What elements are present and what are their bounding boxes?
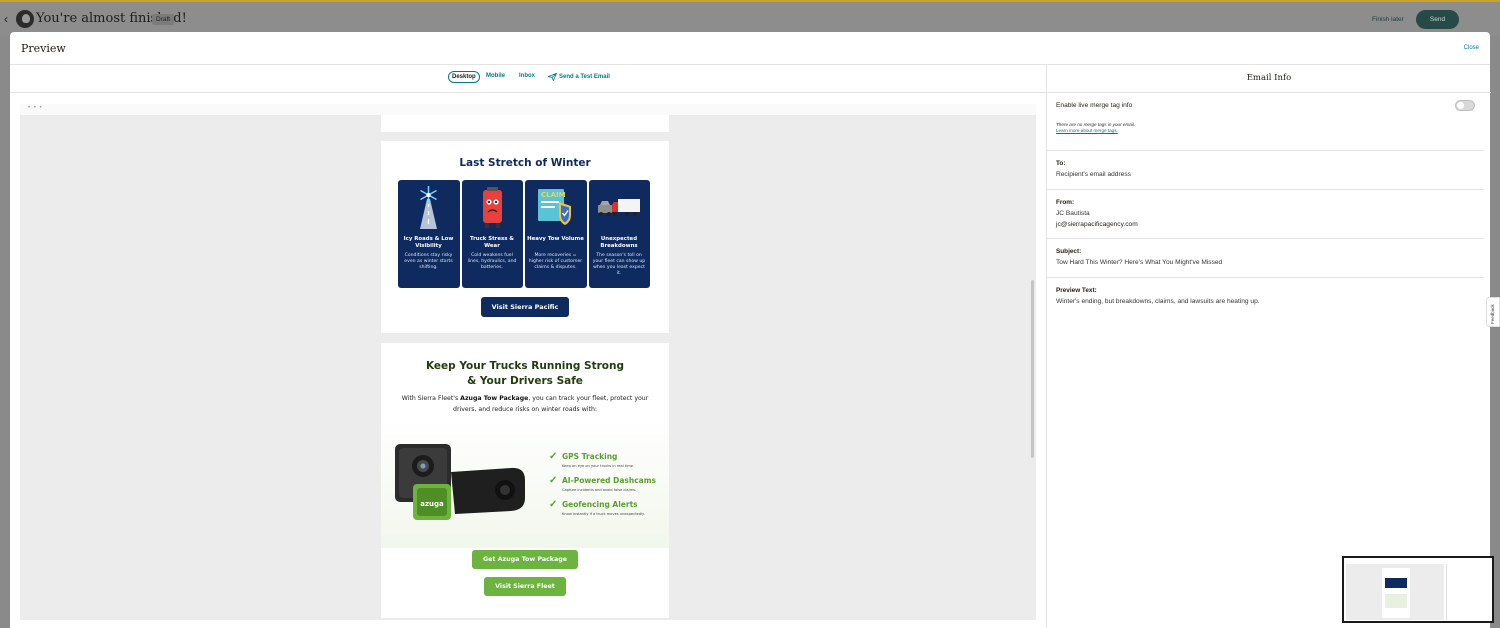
merge-tag-note: There are no merge tags in your email. bbox=[1056, 122, 1136, 127]
tab-desktop[interactable]: Desktop bbox=[448, 71, 480, 83]
from-name: JC Bautista bbox=[1056, 210, 1090, 217]
visit-sierra-pacific-button[interactable]: Visit Sierra Pacific bbox=[481, 297, 569, 317]
tow-truck-icon bbox=[597, 199, 640, 216]
device-brand-label: azuga bbox=[420, 500, 444, 508]
tile-breakdowns: Unexpected Breakdowns The season's toll … bbox=[588, 180, 650, 288]
email-info-title: Email Info bbox=[1246, 73, 1292, 83]
from-label: From: bbox=[1056, 199, 1075, 206]
top-app-bar: ‹ You're almost finished! Draft Finish l… bbox=[0, 0, 1500, 36]
modal-header: Preview Close bbox=[10, 32, 1490, 65]
feature-desc: Know instantly if a truck moves unexpect… bbox=[562, 512, 645, 516]
feature-list: ✓ GPS Tracking Keep an eye on your truck… bbox=[549, 451, 667, 523]
tile-title: Icy Roads & Low Visibility bbox=[403, 236, 454, 249]
finish-later-link[interactable]: Finish later bbox=[1372, 16, 1404, 23]
claim-shield-icon: CLAIM bbox=[538, 189, 571, 225]
battery-character-icon bbox=[482, 187, 502, 228]
email-info-header: Email Info bbox=[1047, 65, 1491, 93]
product-banner: azuga ✓ GPS Tracking Keep an eye on your… bbox=[381, 418, 669, 548]
minimap-winter-block bbox=[1385, 578, 1407, 588]
merge-tag-help-link[interactable]: Learn more about merge tags. bbox=[1056, 128, 1118, 133]
send-test-email-label: Send a Test Email bbox=[559, 74, 610, 80]
feedback-label: Feedback bbox=[1490, 304, 1495, 324]
snowflake-road-icon bbox=[420, 186, 437, 229]
visit-sierra-fleet-button[interactable]: Visit Sierra Fleet bbox=[484, 577, 566, 596]
tile-body: The season's toll on your fleet can show… bbox=[592, 253, 646, 276]
modal-title: Preview bbox=[21, 42, 66, 55]
svg-text:CLAIM: CLAIM bbox=[541, 191, 566, 199]
email-block-top bbox=[381, 115, 669, 132]
azuga-section: Keep Your Trucks Running Strong & Your D… bbox=[381, 343, 669, 618]
feature-title: Geofencing Alerts bbox=[562, 500, 638, 509]
subject-label: Subject: bbox=[1056, 248, 1082, 255]
to-value: Recipient's email address bbox=[1056, 171, 1131, 178]
tile-icy-roads: Icy Roads & Low Visibility Conditions st… bbox=[398, 180, 460, 288]
tile-heavy-tow: CLAIM Heavy Tow Volume More recoveries =… bbox=[525, 180, 587, 288]
check-icon: ✓ bbox=[549, 475, 558, 486]
paper-plane-icon bbox=[548, 73, 557, 81]
divider bbox=[1047, 150, 1484, 151]
to-label: To: bbox=[1056, 160, 1066, 167]
preview-text-value: Winter's ending, but breakdowns, claims,… bbox=[1056, 298, 1260, 305]
close-button[interactable]: Close bbox=[1464, 45, 1479, 51]
divider bbox=[1047, 277, 1484, 278]
back-arrow-icon[interactable]: ‹ bbox=[4, 12, 8, 26]
feature-title: GPS Tracking bbox=[562, 452, 618, 461]
divider bbox=[1047, 238, 1484, 239]
check-icon: ✓ bbox=[549, 451, 558, 462]
keep-body-text: With Sierra Fleet's Azuga Tow Package, y… bbox=[399, 394, 651, 415]
tile-body: More recoveries = higher risk of custome… bbox=[528, 253, 583, 270]
winter-section: Last Stretch of Winter Icy Roads & Low V… bbox=[381, 141, 669, 333]
minimap-info-panel bbox=[1446, 564, 1490, 620]
view-tabs: Desktop Mobile Inbox Send a Test Email bbox=[10, 65, 1046, 93]
send-test-email-button[interactable]: Send a Test Email bbox=[548, 73, 610, 81]
feature-desc: Capture incidents and avoid false claims… bbox=[562, 488, 637, 492]
preview-text-label: Preview Text: bbox=[1056, 287, 1097, 294]
feature-item: ✓ AI-Powered Dashcams Capture incidents … bbox=[549, 475, 667, 499]
mailchimp-logo[interactable] bbox=[16, 10, 34, 28]
feedback-tab[interactable]: Feedback bbox=[1486, 297, 1500, 327]
minimap-email bbox=[1382, 568, 1410, 618]
email-info-panel: Email Info Enable live merge tag info Th… bbox=[1046, 65, 1491, 628]
tile-truck-stress: Truck Stress & Wear Cold weakens fuel li… bbox=[461, 180, 523, 288]
divider bbox=[1047, 189, 1484, 190]
keep-heading-line-2: & Your Drivers Safe bbox=[467, 374, 583, 387]
tile-body: Conditions stay risky even as winter sta… bbox=[404, 253, 453, 270]
merge-tag-label: Enable live merge tag info bbox=[1056, 102, 1133, 109]
dashcam-devices-image: azuga bbox=[395, 444, 525, 520]
keep-heading-line-1: Keep Your Trucks Running Strong bbox=[425, 360, 625, 372]
feature-desc: Keep an eye on your trucks in real time. bbox=[562, 464, 635, 468]
check-icon: ✓ bbox=[549, 499, 558, 510]
risk-tiles: Icy Roads & Low Visibility Conditions st… bbox=[398, 180, 650, 288]
preview-minimap[interactable] bbox=[1342, 556, 1494, 623]
keep-body-prefix: With Sierra Fleet's bbox=[401, 395, 461, 402]
feature-item: ✓ GPS Tracking Keep an eye on your truck… bbox=[549, 451, 667, 475]
get-azuga-package-button[interactable]: Get Azuga Tow Package bbox=[472, 550, 578, 569]
merge-tag-toggle[interactable] bbox=[1455, 100, 1475, 111]
feature-item: ✓ Geofencing Alerts Know instantly if a … bbox=[549, 499, 667, 523]
tile-body: Cold weakens fuel lines, hydraulics, and… bbox=[467, 253, 517, 270]
from-email: jc@sierrapacificagency.com bbox=[1056, 221, 1138, 228]
tile-title: Unexpected Breakdowns bbox=[600, 236, 638, 249]
minimap-azuga-block bbox=[1385, 594, 1407, 608]
keep-body-product: Azuga Tow Package bbox=[460, 395, 529, 402]
preview-modal: Preview Close Desktop Mobile Inbox Send … bbox=[10, 32, 1491, 628]
tile-title: Truck Stress & Wear bbox=[469, 236, 514, 249]
tile-title: Heavy Tow Volume bbox=[527, 236, 584, 242]
winter-heading: Last Stretch of Winter bbox=[459, 157, 591, 169]
preview-scrollbar[interactable] bbox=[1031, 280, 1034, 458]
tab-mobile[interactable]: Mobile bbox=[486, 73, 505, 79]
tab-inbox[interactable]: Inbox bbox=[519, 73, 535, 79]
keep-heading: Keep Your Trucks Running Strong & Your D… bbox=[381, 359, 669, 388]
window-dots-icon: • • • bbox=[28, 105, 43, 111]
send-button[interactable]: Send bbox=[1416, 10, 1459, 29]
subject-value: Tow Hard This Winter? Here's What You Mi… bbox=[1056, 259, 1223, 266]
feature-title: AI-Powered Dashcams bbox=[562, 476, 657, 485]
status-badge: Draft bbox=[152, 14, 175, 25]
